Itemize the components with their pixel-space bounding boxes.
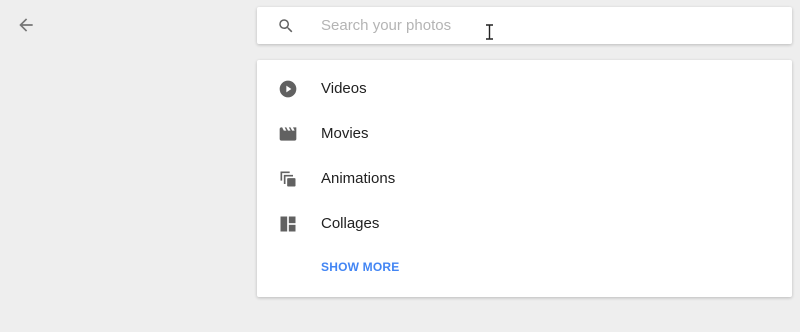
back-button[interactable] — [11, 10, 41, 40]
menu-item-movies[interactable]: Movies — [257, 111, 792, 156]
photos-search-page: Videos Movies Animations — [0, 0, 800, 332]
text-cursor-icon — [486, 24, 493, 40]
movie-clapper-icon — [277, 123, 298, 144]
menu-item-videos[interactable]: Videos — [257, 66, 792, 111]
menu-item-label: Videos — [321, 80, 367, 97]
play-circle-icon — [277, 78, 298, 99]
menu-item-label: Movies — [321, 125, 369, 142]
collage-grid-icon — [277, 213, 298, 234]
animation-stack-icon — [277, 168, 298, 189]
arrow-back-icon — [19, 18, 33, 32]
menu-item-collages[interactable]: Collages — [257, 201, 792, 246]
search-icon — [279, 19, 293, 33]
menu-item-animations[interactable]: Animations — [257, 156, 792, 201]
menu-item-label: Animations — [321, 170, 396, 187]
search-bar — [257, 7, 792, 44]
menu-item-label: Collages — [321, 215, 380, 232]
search-input[interactable] — [321, 7, 761, 44]
show-more-link[interactable]: SHOW MORE — [321, 260, 399, 274]
suggestions-card: Videos Movies Animations Collages SHOW M… — [257, 60, 792, 297]
